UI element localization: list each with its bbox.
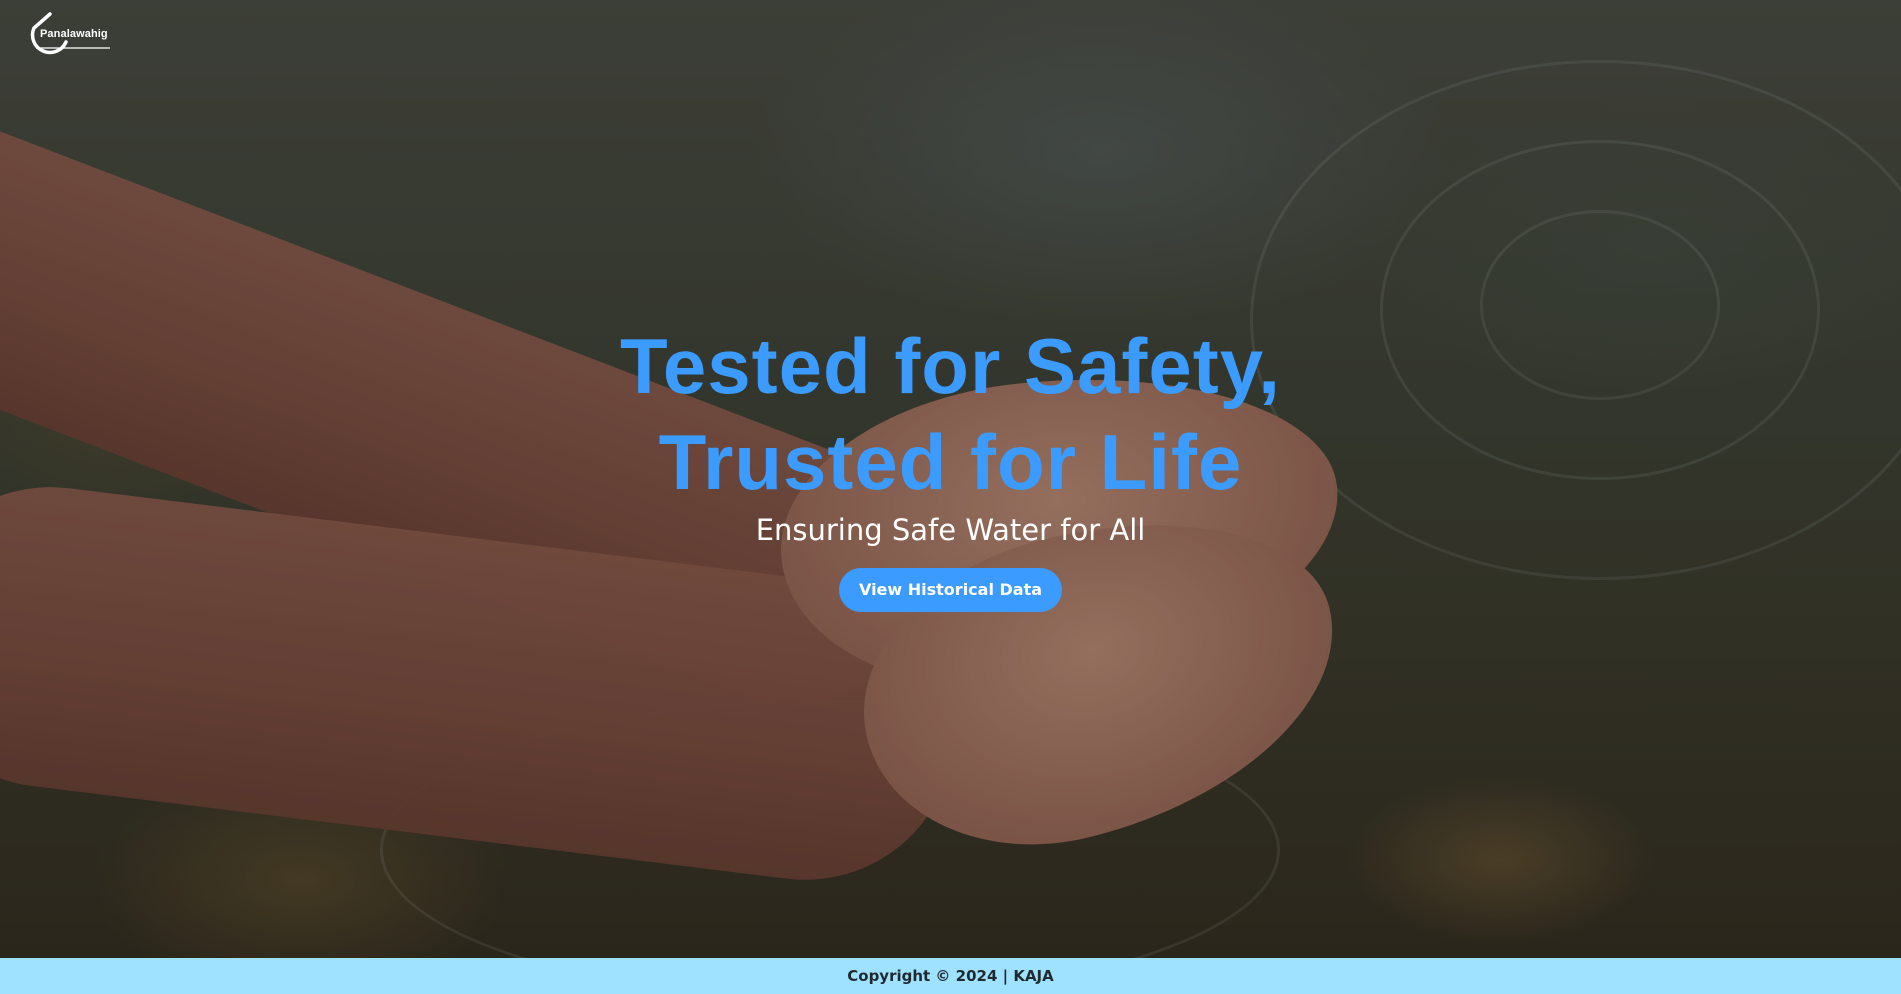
hero-content: Tested for Safety, Trusted for Life Ensu…: [0, 318, 1901, 612]
copyright-text: Copyright © 2024 | KAJA: [847, 967, 1054, 985]
hero-headline-line-1: Tested for Safety,: [620, 322, 1281, 410]
brand-logo[interactable]: Panalawahig: [28, 12, 118, 58]
brand-name: Panalawahig: [40, 28, 108, 40]
hero-subtitle: Ensuring Safe Water for All: [755, 513, 1146, 547]
view-historical-data-button[interactable]: View Historical Data: [838, 568, 1063, 612]
footer: Copyright © 2024 | KAJA: [0, 958, 1901, 994]
landing-page: Panalawahig Tested for Safety, Trusted f…: [0, 0, 1901, 994]
hero-headline-line-2: Trusted for Life: [658, 418, 1243, 506]
